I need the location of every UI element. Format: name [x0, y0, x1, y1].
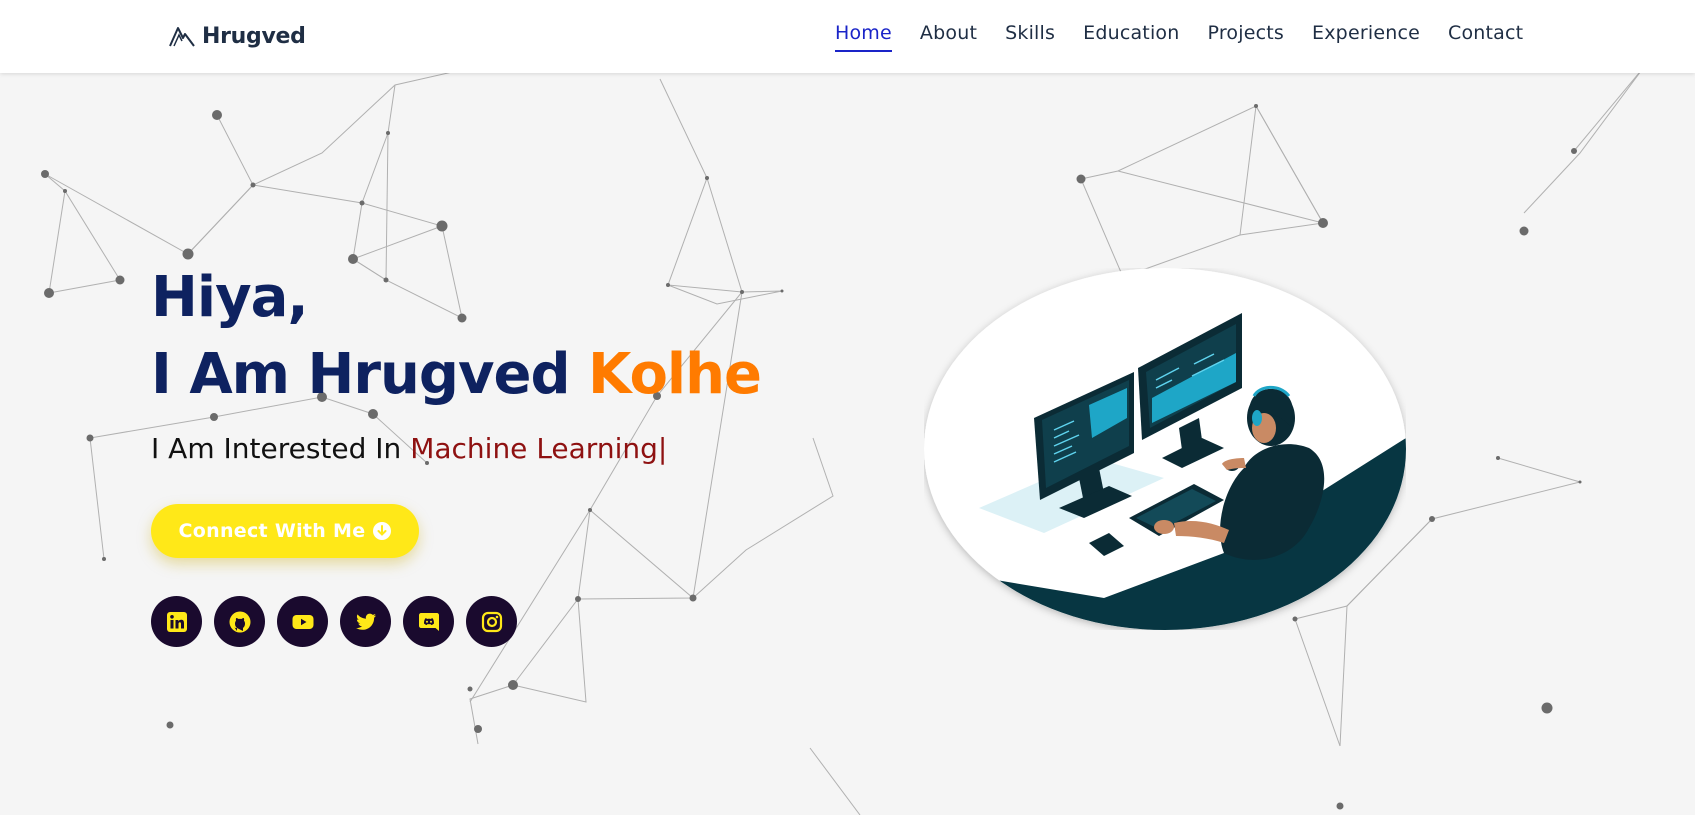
- twitter-link[interactable]: [340, 596, 391, 647]
- typed-text: Machine Learning|: [410, 432, 668, 465]
- nav-projects[interactable]: Projects: [1208, 22, 1285, 52]
- linkedin-link[interactable]: [151, 596, 202, 647]
- main-navigation: Home About Skills Education Projects Exp…: [835, 22, 1551, 52]
- brand-name: Hrugved: [202, 23, 306, 49]
- youtube-icon: [292, 614, 313, 629]
- site-header: Hrugved Home About Skills Education Proj…: [0, 0, 1695, 73]
- connect-with-me-button[interactable]: Connect With Me: [151, 504, 419, 558]
- nav-experience[interactable]: Experience: [1312, 22, 1420, 52]
- social-links: [151, 596, 517, 647]
- hero-name-accent: Kolhe: [588, 342, 762, 407]
- linkedin-icon: [166, 611, 187, 632]
- github-icon: [229, 611, 250, 632]
- cta-label: Connect With Me: [178, 520, 366, 542]
- interest-prefix: I Am Interested In: [151, 432, 411, 465]
- brand-logo-link[interactable]: Hrugved: [168, 20, 306, 52]
- nav-home[interactable]: Home: [835, 22, 892, 52]
- hero-name-prefix: I Am Hrugved: [151, 342, 589, 407]
- hero-section: Hiya, I Am Hrugved Kolhe I Am Interested…: [151, 262, 762, 465]
- discord-link[interactable]: [403, 596, 454, 647]
- github-link[interactable]: [214, 596, 265, 647]
- twitter-icon: [355, 613, 376, 630]
- hero-interest: I Am Interested In Machine Learning|: [151, 432, 761, 465]
- developer-at-desk-illustration: [924, 268, 1406, 630]
- hero-name: I Am Hrugved Kolhe: [151, 334, 762, 416]
- youtube-link[interactable]: [277, 596, 328, 647]
- arrow-down-circle-icon: [373, 522, 392, 540]
- instagram-icon: [481, 611, 502, 632]
- hero-greeting: Hiya,: [151, 265, 309, 330]
- nav-skills[interactable]: Skills: [1005, 22, 1055, 52]
- discord-icon: [418, 612, 439, 631]
- nav-about[interactable]: About: [920, 22, 977, 52]
- nav-contact[interactable]: Contact: [1448, 22, 1523, 52]
- nav-education[interactable]: Education: [1083, 22, 1179, 52]
- mountain-logo-icon: [169, 27, 195, 47]
- instagram-link[interactable]: [466, 596, 517, 647]
